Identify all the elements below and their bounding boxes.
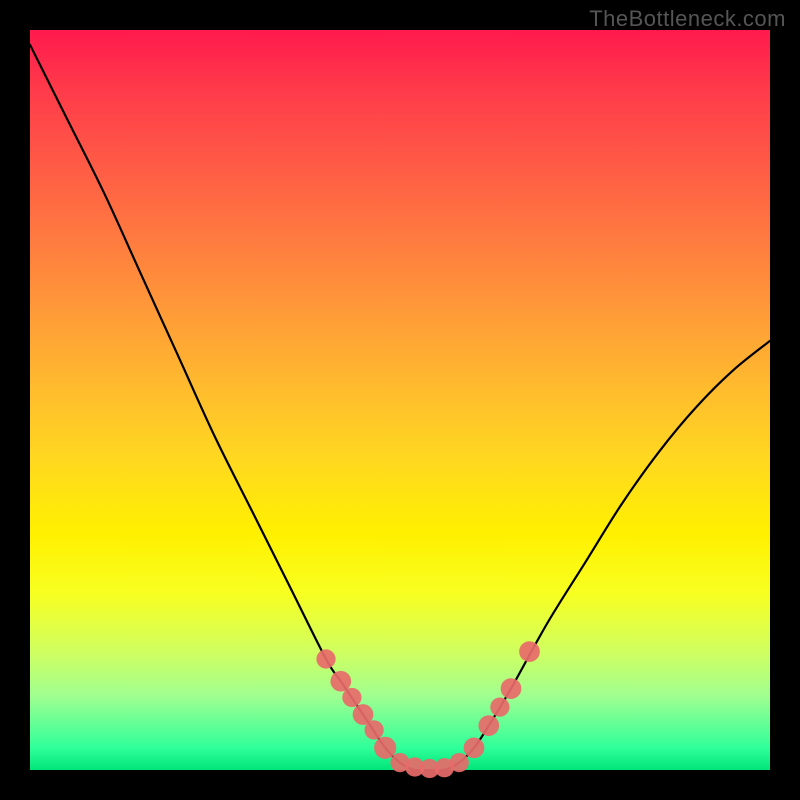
marker-point bbox=[464, 737, 485, 758]
watermark-label: TheBottleneck.com bbox=[589, 6, 786, 32]
marker-point bbox=[342, 688, 361, 707]
marker-group bbox=[316, 641, 539, 778]
chart-frame: TheBottleneck.com bbox=[0, 0, 800, 800]
marker-point bbox=[501, 678, 522, 699]
chart-svg bbox=[30, 30, 770, 770]
marker-point bbox=[490, 697, 509, 716]
marker-point bbox=[450, 753, 469, 772]
bottleneck-curve bbox=[30, 45, 770, 771]
marker-point bbox=[478, 715, 499, 736]
plot-area bbox=[30, 30, 770, 770]
marker-point bbox=[330, 671, 351, 692]
marker-point bbox=[519, 641, 540, 662]
marker-point bbox=[364, 720, 383, 739]
marker-point bbox=[374, 737, 396, 759]
marker-point bbox=[316, 649, 335, 668]
